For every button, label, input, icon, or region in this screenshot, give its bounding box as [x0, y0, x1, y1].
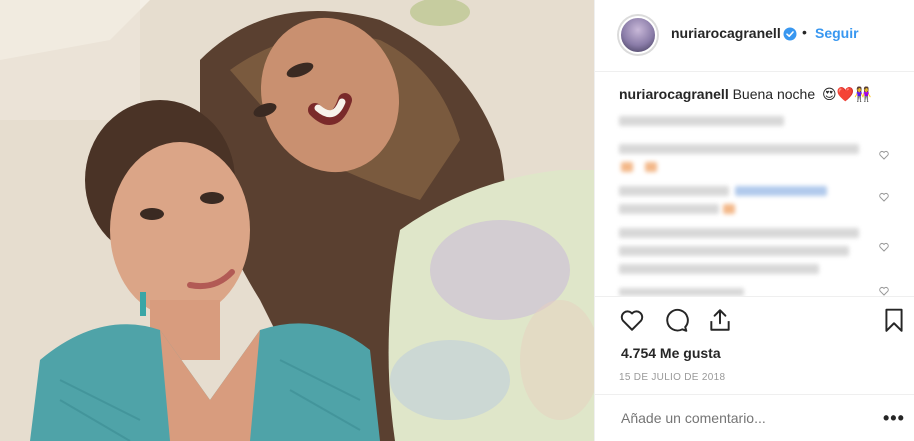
comments-list[interactable]: nuriarocagranell Buena noche 😍❤️👭 [595, 72, 914, 297]
more-options-button[interactable]: ••• [883, 408, 905, 429]
caption-text: Buena noche [732, 86, 816, 102]
likes-count[interactable]: 4.754 Me gusta [621, 345, 721, 361]
blurred-comment [619, 288, 744, 296]
blurred-comment [619, 116, 784, 126]
heart-outline-icon[interactable] [619, 307, 645, 333]
blurred-emoji [723, 204, 735, 214]
small-heart-icon[interactable] [879, 286, 889, 296]
blurred-comment [619, 186, 729, 196]
add-comment-input[interactable] [621, 410, 871, 426]
username-link[interactable]: nuriarocagranell [671, 25, 781, 41]
blurred-comment [619, 204, 719, 214]
small-heart-icon[interactable] [879, 150, 889, 160]
small-heart-icon[interactable] [879, 192, 889, 202]
post-sidebar: nuriarocagranell • Seguir nuriarocagrane… [594, 0, 914, 441]
blurred-comment [619, 228, 859, 238]
caption-username[interactable]: nuriarocagranell [619, 86, 729, 102]
action-bar [595, 297, 914, 345]
post-caption: nuriarocagranell Buena noche 😍❤️👭 [619, 86, 871, 103]
divider [595, 394, 914, 395]
speech-bubble-icon[interactable] [663, 307, 689, 333]
follow-button[interactable]: Seguir [815, 25, 859, 41]
blurred-comment [619, 246, 849, 256]
avatar[interactable] [617, 14, 659, 56]
blurred-mention [735, 186, 827, 196]
separator-dot: • [802, 24, 807, 40]
caption-emojis: 😍❤️👭 [822, 87, 872, 103]
verified-badge-icon [783, 27, 797, 41]
post-date: 15 DE JULIO DE 2018 [619, 372, 726, 383]
post-header: nuriarocagranell • Seguir [595, 0, 914, 72]
post-photo[interactable] [0, 0, 594, 441]
blurred-comment [619, 144, 859, 154]
share-upload-icon[interactable] [707, 307, 733, 333]
blurred-emoji [621, 162, 633, 172]
blurred-emoji [645, 162, 657, 172]
blurred-comment [619, 264, 819, 274]
small-heart-icon[interactable] [879, 242, 889, 252]
bookmark-icon[interactable] [881, 307, 907, 333]
photo-illustration [0, 0, 594, 441]
